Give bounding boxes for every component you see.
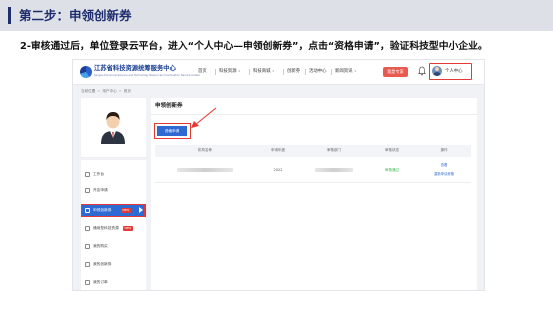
shop-icon	[85, 188, 90, 193]
table-cell-year: 2022	[273, 168, 283, 172]
nav-divider	[249, 69, 250, 75]
nav-item-mall[interactable]: 科技商城 ∨	[253, 68, 275, 75]
breadcrumb: 当前位置 > 用户中心 > 首页	[81, 89, 131, 94]
breadcrumb-separator: >	[118, 89, 122, 93]
chevron-down-icon: ∨	[271, 69, 275, 73]
reapply-link[interactable]: 重新申请资格	[429, 172, 459, 177]
highlight-frame	[154, 123, 191, 139]
logo-title[interactable]: 江苏省科技资源统筹服务中心	[94, 65, 176, 73]
redacted-department	[315, 168, 353, 172]
nav-divider	[215, 69, 216, 75]
sidebar-item-orders[interactable]: 我的订单	[81, 276, 146, 289]
nav-divider	[331, 69, 332, 75]
avatar-body	[433, 72, 441, 76]
nav-divider	[305, 69, 306, 75]
chevron-down-icon: ∨	[237, 69, 241, 73]
expert-button[interactable]: 我是专家	[383, 67, 408, 77]
column-header: 机构名称	[198, 148, 212, 152]
user-center-label: 个人中心	[445, 69, 463, 74]
column-header: 申请年度	[271, 148, 285, 152]
header-accent-bar	[8, 7, 11, 24]
sidebar-item-label: 我的购买	[93, 244, 108, 248]
slide: 第二步：申领创新券 2-审核通过后，单位登录云平台，进入“个人中心—申领创新券”…	[0, 0, 553, 309]
nav-item-voucher[interactable]: 创新券	[287, 68, 300, 75]
redacted-org-name	[177, 168, 233, 172]
chevron-down-icon: ∨	[353, 69, 357, 73]
sidebar-item-purchases[interactable]: 我的购买	[81, 240, 146, 253]
breadcrumb-user-center[interactable]: 用户中心	[102, 89, 116, 93]
user-center-menu[interactable]: 个人中心	[429, 63, 472, 80]
nav-item-news[interactable]: 新闻资讯 ∨	[335, 68, 357, 75]
logo-subtitle: Jiangsu Provincial Science and Technolog…	[94, 74, 201, 77]
top-navigation: 江苏省科技资源统筹服务中心 Jiangsu Provincial Science…	[73, 60, 484, 85]
column-header: 审核部门	[327, 148, 341, 152]
column-header: 操作	[440, 148, 448, 152]
avatar-face	[435, 67, 439, 71]
status-badge: 审核通过	[385, 168, 399, 172]
bell-icon[interactable]	[418, 66, 426, 76]
ticket-icon	[85, 262, 90, 267]
page-title: 申领创新券	[155, 103, 183, 109]
cart-icon	[85, 244, 90, 249]
sidebar-item-my-vouchers[interactable]: 我的创新券	[81, 258, 146, 271]
nav-item-resources[interactable]: 科技资源 ∨	[219, 68, 241, 75]
sidebar-item-label: 我的创新券	[93, 262, 112, 266]
view-link[interactable]: 查看	[429, 163, 459, 168]
nav-divider	[283, 69, 284, 75]
profile-card	[81, 98, 146, 158]
main-panel: 申领创新券 资格申请 机构名称 申请年度 审核部门 审核状态 操作 2022 审…	[151, 98, 477, 290]
logo-icon	[80, 66, 92, 78]
table-row: 2022 审核通过 查看 重新申请资格	[155, 158, 471, 183]
sidebar-item-label: 工作台	[93, 172, 105, 176]
portal-screenshot: 江苏省科技资源统筹服务中心 Jiangsu Provincial Science…	[72, 59, 485, 291]
user-portrait-icon	[101, 112, 125, 144]
sidebar: 工作台 开店申请 申领创新券 NEW 通用型科技资源 NEW 我的购买 我的创新…	[81, 160, 146, 290]
nav-item-events[interactable]: 活动中心	[309, 68, 327, 75]
resources-icon	[85, 226, 90, 231]
sidebar-item-label: 我的订单	[93, 280, 108, 284]
table-header: 机构名称 申请年度 审核部门 审核状态 操作	[155, 145, 471, 157]
slide-header: 第二步：申领创新券	[0, 0, 553, 31]
slide-title: 第二步：申领创新券	[19, 8, 132, 23]
workbench-icon	[85, 172, 90, 177]
sidebar-item-workbench[interactable]: 工作台	[81, 168, 146, 181]
highlight-frame	[81, 204, 145, 217]
avatar	[432, 66, 442, 76]
breadcrumb-current: 当前位置	[81, 89, 96, 93]
sidebar-item-shop-apply[interactable]: 开店申请	[81, 184, 146, 197]
column-header: 审核状态	[385, 148, 399, 152]
sidebar-item-general-resources[interactable]: 通用型科技资源 NEW	[81, 222, 146, 235]
order-icon	[85, 280, 90, 285]
sidebar-item-label: 开店申请	[93, 188, 108, 192]
arrow-pointer-icon	[191, 107, 217, 128]
instruction-text: 2-审核通过后，单位登录云平台，进入“个人中心—申领创新券”，点击“资格申请”，…	[20, 41, 488, 52]
breadcrumb-home[interactable]: 首页	[124, 89, 131, 93]
nav-item-home[interactable]: 首页	[198, 68, 207, 75]
new-badge: NEW	[123, 225, 133, 231]
sidebar-item-label: 通用型科技资源	[93, 226, 119, 230]
